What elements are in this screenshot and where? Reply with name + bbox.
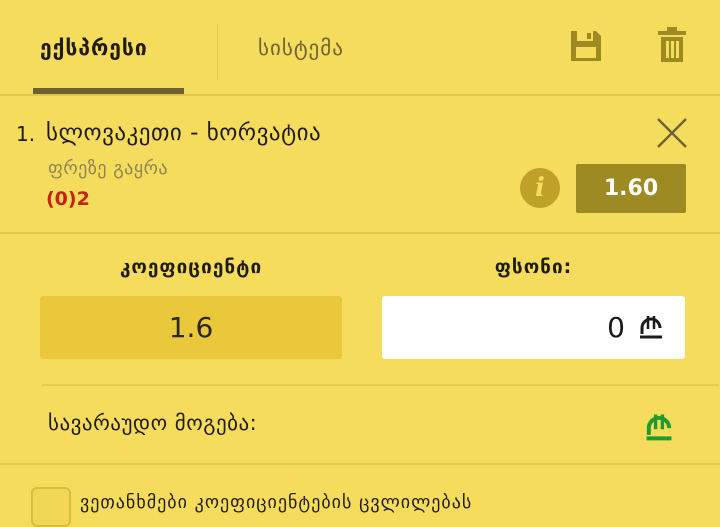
odds-badge: 1.60 (576, 164, 686, 213)
potential-win-label: სავარაუდო მოგება: (48, 411, 258, 435)
lari-icon (639, 312, 663, 346)
event-score: (0)2 (46, 188, 90, 210)
footer-divider (0, 463, 720, 465)
lari-icon (644, 410, 674, 448)
bet-divider (0, 232, 720, 234)
close-icon[interactable] (655, 116, 689, 150)
header-divider (0, 94, 720, 96)
stake-value: 0 (607, 311, 625, 344)
stake-input[interactable]: 0 (382, 296, 685, 359)
tab-express[interactable]: ექსპრესი (40, 28, 148, 68)
trash-icon[interactable] (656, 26, 688, 64)
bet-number: 1. (16, 122, 36, 146)
market-name: ფრეზე გაყრა (48, 158, 169, 179)
win-divider (42, 384, 719, 386)
info-icon[interactable]: i (520, 168, 560, 208)
tab-system[interactable]: სისტემა (258, 28, 344, 68)
save-icon[interactable] (568, 28, 604, 64)
stake-label: ფსონი: (494, 256, 573, 278)
accept-changes-checkbox[interactable] (31, 487, 71, 527)
coefficient-label: კოეფიციენტი (119, 256, 263, 278)
accept-changes-label: ვეთანხმები კოეფიციენტების ცვლილებას (80, 492, 473, 513)
event-title: სლოვაკეთი - ხორვატია (46, 120, 322, 146)
coefficient-value: 1.6 (40, 296, 342, 359)
tab-divider (217, 24, 218, 80)
